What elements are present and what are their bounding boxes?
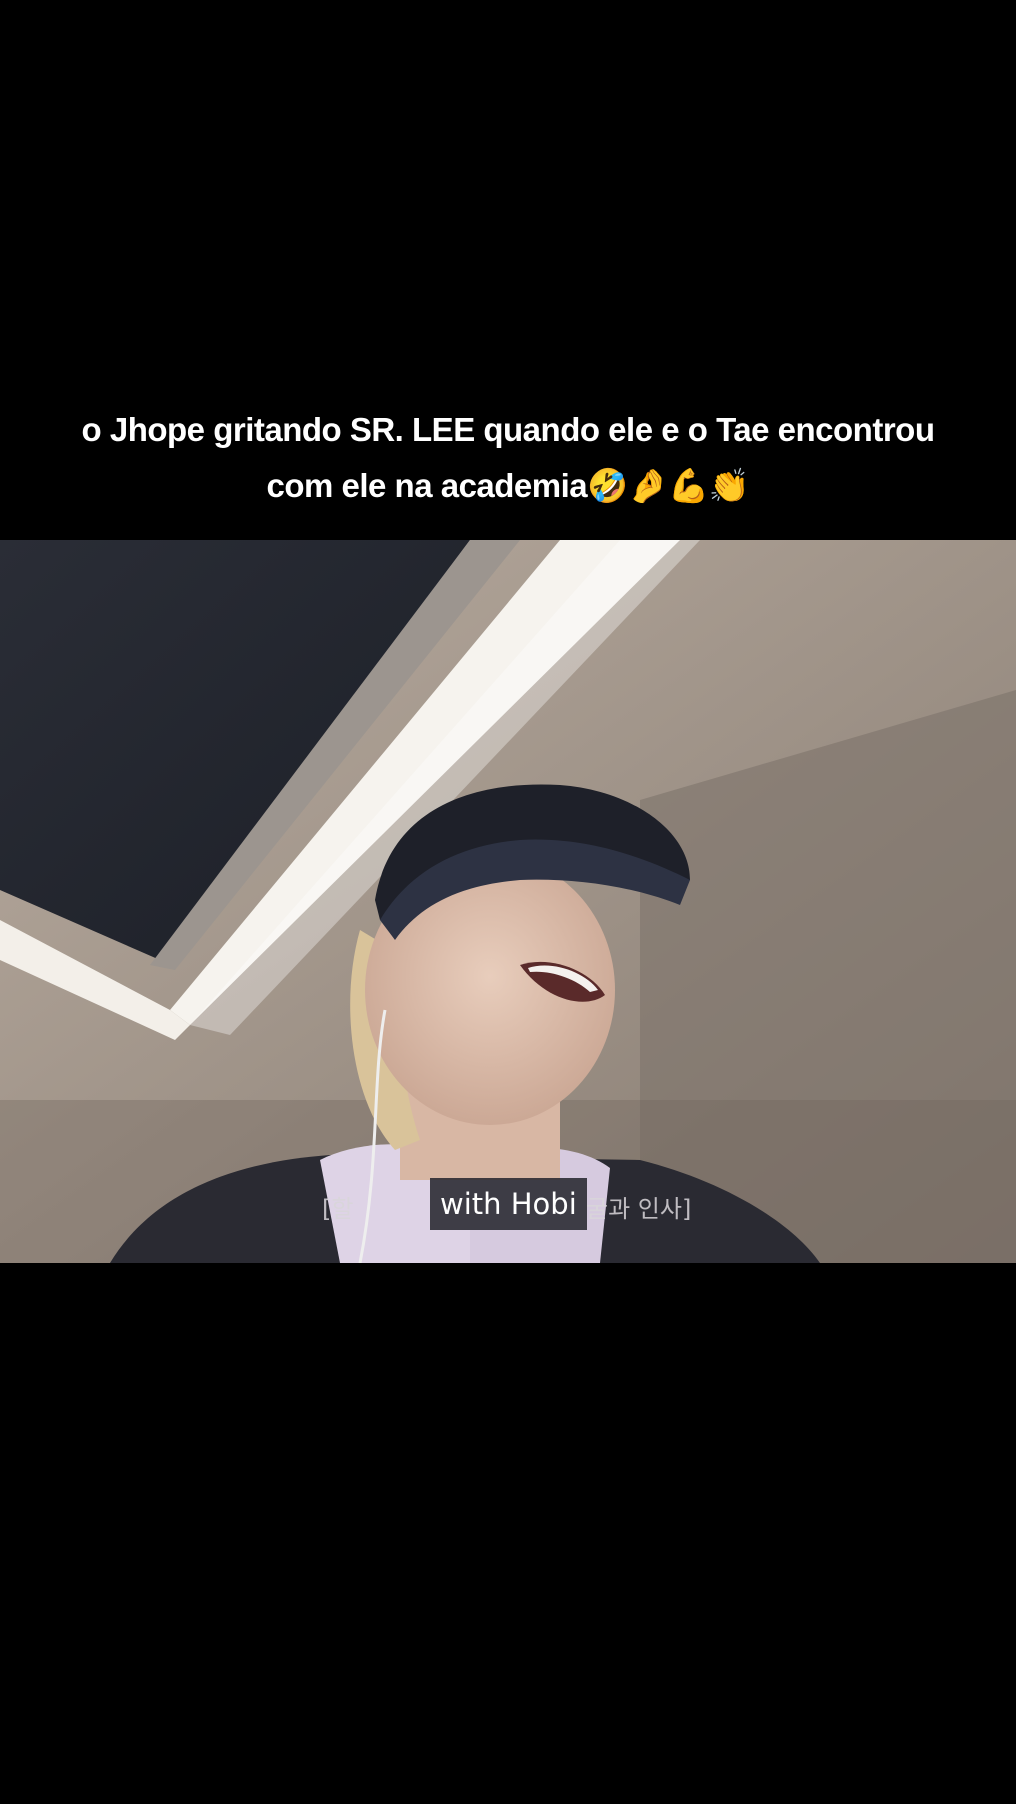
post-caption: o Jhope gritando SR. LEE quando ele e o … <box>40 402 976 514</box>
caption-emojis: 🤣🤌💪👏 <box>587 466 750 505</box>
video-frame[interactable] <box>0 540 1016 1263</box>
korean-subtitle-right: 굴과 인사] <box>586 1195 692 1223</box>
korean-subtitle-left: [할 <box>322 1195 354 1223</box>
caption-line-1: o Jhope gritando SR. LEE quando ele e o … <box>81 411 935 448</box>
video-subtitle: with Hobi <box>430 1178 587 1230</box>
video-still-image <box>0 540 1016 1263</box>
caption-line-2: com ele na academia🤣🤌💪👏 <box>40 458 976 514</box>
video-post-screen: o Jhope gritando SR. LEE quando ele e o … <box>0 0 1016 1804</box>
caption-line-2-text: com ele na academia <box>266 467 588 504</box>
